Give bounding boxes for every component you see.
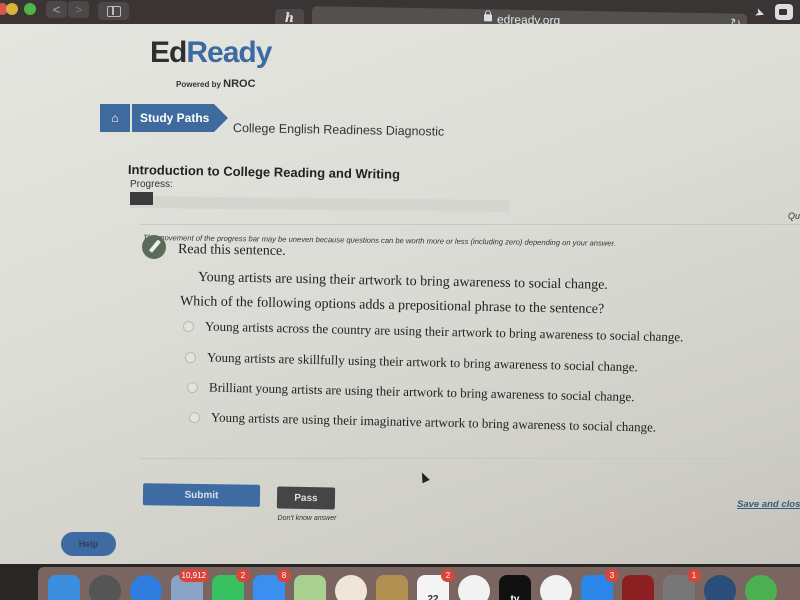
- nroc-logo: NROC: [223, 78, 256, 90]
- dock-app-store-icon[interactable]: 3: [581, 569, 619, 600]
- dock-maps-icon[interactable]: [294, 575, 326, 600]
- mouse-cursor-icon: [418, 470, 430, 484]
- answer-option-label: Brilliant young artists are using their …: [208, 379, 635, 405]
- forward-icon[interactable]: >: [68, 1, 89, 18]
- page-content: EdReady Powered by NROC ⌂ Study Paths Co…: [0, 24, 800, 564]
- save-and-close-link[interactable]: Save and close: [737, 499, 800, 510]
- camera-icon: [775, 4, 793, 20]
- edready-logo[interactable]: EdReady Powered by NROC: [150, 36, 272, 90]
- powered-by: Powered by NROC: [176, 78, 256, 90]
- dock-photo-booth-icon[interactable]: [622, 575, 654, 600]
- dock-system-preferences-icon[interactable]: 1: [663, 569, 701, 600]
- progress-fill: [130, 192, 153, 205]
- breadcrumb-study-paths[interactable]: Study Paths: [132, 104, 214, 132]
- home-icon: ⌂: [111, 111, 119, 125]
- question-intro: Read this sentence.: [177, 242, 286, 259]
- breadcrumb-home[interactable]: ⌂: [100, 104, 130, 132]
- answer-option-label: Young artists are skillfully using their…: [206, 349, 638, 375]
- dock-calendar-icon[interactable]: 22 2: [417, 569, 455, 600]
- notification-badge: 2: [441, 569, 455, 582]
- dock-music-icon[interactable]: [458, 575, 490, 600]
- sidebar-icon[interactable]: [98, 2, 129, 20]
- progress-label: Progress:: [130, 179, 173, 190]
- help-button[interactable]: Help: [61, 532, 116, 556]
- dock-news-icon[interactable]: [540, 575, 572, 600]
- answer-option-label: Young artists are using their imaginativ…: [210, 409, 657, 435]
- notification-badge: 3: [605, 569, 619, 582]
- question-counter-label: Qu: [788, 211, 800, 221]
- maximize-window-button[interactable]: [24, 3, 36, 15]
- pass-note: Don't know answer: [277, 515, 337, 522]
- dock-quicktime-icon[interactable]: [704, 575, 736, 600]
- pencil-icon: [142, 235, 166, 259]
- submit-button[interactable]: Submit: [142, 483, 261, 507]
- question-prompt: Which of the following options adds a pr…: [179, 294, 605, 318]
- answer-option[interactable]: Young artists are using their imaginativ…: [188, 409, 657, 436]
- dock-app-label: tv: [510, 594, 520, 600]
- dock-safari-icon[interactable]: [130, 575, 162, 600]
- location-icon: ➤: [752, 4, 768, 22]
- lock-icon: [484, 14, 492, 22]
- pass-button[interactable]: Pass: [276, 486, 336, 510]
- dock-messages-icon[interactable]: 8: [253, 569, 291, 600]
- notification-badge: 10,912: [178, 569, 209, 582]
- dock-finder-icon[interactable]: [48, 575, 80, 600]
- radio-button[interactable]: [182, 320, 195, 332]
- answer-option[interactable]: Young artists are skillfully using their…: [184, 349, 638, 375]
- breadcrumb-arrow: [214, 104, 228, 132]
- notification-badge: 2: [236, 569, 250, 582]
- minimize-window-button[interactable]: [6, 3, 18, 15]
- radio-button[interactable]: [188, 411, 201, 423]
- dock-mail-preview-icon[interactable]: 10,912: [171, 569, 209, 600]
- answer-option[interactable]: Brilliant young artists are using their …: [186, 379, 635, 405]
- radio-button[interactable]: [184, 351, 197, 363]
- macos-dock: 10,912 2 8 22 2 tv 3 1: [38, 567, 800, 600]
- dock-find-my-icon[interactable]: [745, 575, 777, 600]
- progress-bar: [130, 192, 510, 218]
- dock-facetime-icon[interactable]: 2: [212, 569, 250, 600]
- answer-option[interactable]: Young artists across the country are usi…: [182, 318, 684, 345]
- divider: [140, 458, 800, 459]
- notification-badge: 1: [687, 569, 701, 582]
- dock-photos-icon[interactable]: [335, 575, 367, 600]
- powered-by-text: Powered by: [176, 80, 224, 89]
- answer-option-label: Young artists across the country are usi…: [204, 318, 684, 345]
- dock-launchpad-icon[interactable]: [89, 575, 121, 600]
- question-sentence: Young artists are using their artwork to…: [197, 270, 609, 293]
- dock-tv-icon[interactable]: tv: [499, 575, 531, 600]
- back-icon[interactable]: <: [46, 1, 67, 18]
- logo-ready: Ready: [186, 36, 272, 69]
- progress-track: [130, 196, 510, 212]
- logo-ed: Ed: [150, 36, 187, 69]
- dock-notes-icon[interactable]: [376, 575, 408, 600]
- breadcrumb-current: College English Readiness Diagnostic: [232, 121, 445, 139]
- dock-app-label: 22: [427, 594, 439, 600]
- divider: [140, 224, 800, 225]
- radio-button[interactable]: [186, 381, 199, 393]
- notification-badge: 8: [277, 569, 291, 582]
